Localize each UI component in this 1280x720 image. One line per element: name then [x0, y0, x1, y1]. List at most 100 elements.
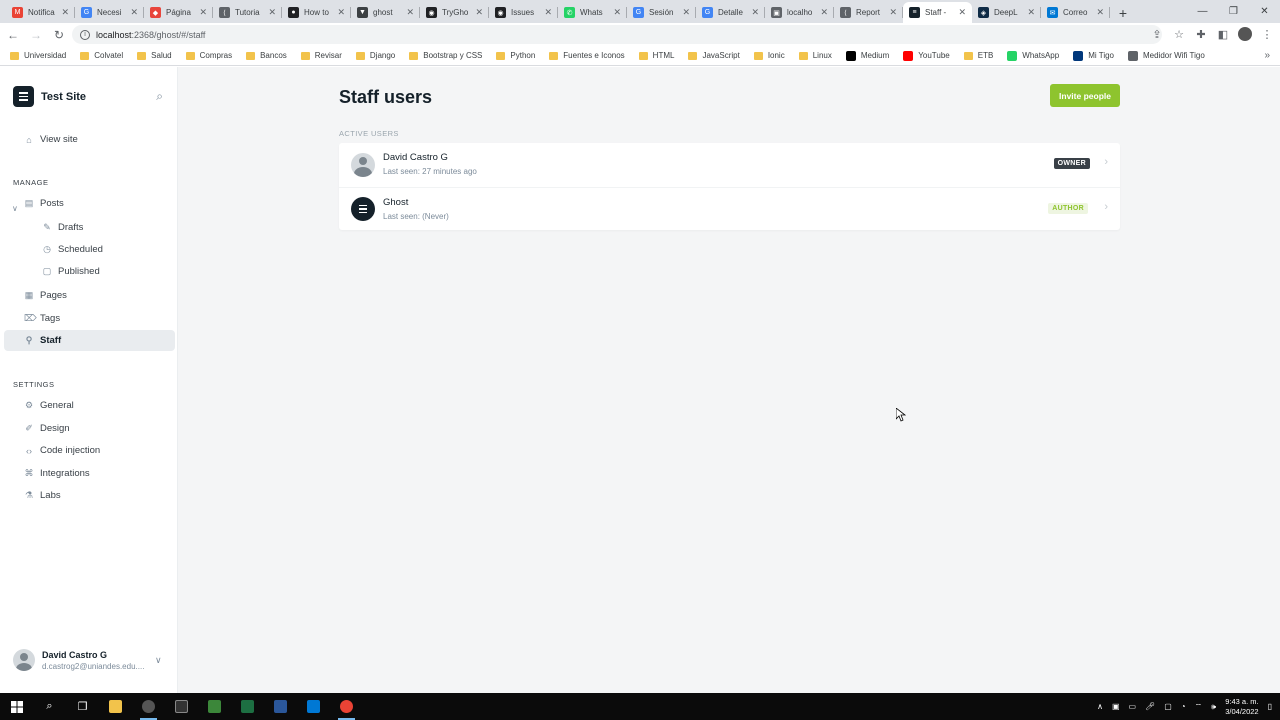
- share-icon[interactable]: ⇪: [1150, 25, 1164, 43]
- bookmark-link[interactable]: Medidor Wifi Tigo: [1128, 50, 1205, 61]
- nav-pages[interactable]: ▦ Pages: [4, 285, 175, 306]
- reload-icon[interactable]: ↻: [49, 25, 69, 45]
- side-panel-icon[interactable]: ◧: [1216, 25, 1230, 43]
- nav-view-site[interactable]: ⌂ View site: [4, 129, 175, 150]
- site-header[interactable]: Test Site: [13, 86, 86, 107]
- bookmark-folder[interactable]: Colvatel: [80, 51, 123, 60]
- bookmark-folder[interactable]: Django: [355, 51, 395, 60]
- bookmark-folder[interactable]: HTML: [638, 51, 674, 60]
- extensions-icon[interactable]: ✚: [1194, 25, 1208, 43]
- nav-tags[interactable]: ⌦ Tags: [4, 308, 175, 329]
- browser-tab[interactable]: ▼ ghost ✕: [351, 2, 420, 23]
- bookmark-link[interactable]: Mi Tigo: [1073, 50, 1114, 61]
- tray-app-icon[interactable]: ▣: [1112, 702, 1120, 711]
- close-tab-icon[interactable]: ✕: [820, 7, 828, 18]
- close-tab-icon[interactable]: ✕: [1027, 7, 1035, 18]
- close-tab-icon[interactable]: ✕: [61, 7, 69, 18]
- profile-avatar[interactable]: [1238, 27, 1252, 41]
- bookmark-link[interactable]: WhatsApp: [1007, 50, 1059, 61]
- minimize-icon[interactable]: —: [1187, 0, 1218, 23]
- volume-icon[interactable]: 🕪︎: [1211, 702, 1216, 712]
- task-view-icon[interactable]: ❐: [66, 693, 99, 720]
- browser-tab[interactable]: M Notifica ✕: [6, 2, 75, 23]
- nav-design[interactable]: ✐ Design: [4, 418, 175, 439]
- bookmark-folder[interactable]: Universidad: [10, 51, 66, 60]
- nav-posts[interactable]: ▤ Posts: [4, 193, 175, 214]
- bookmark-folder[interactable]: JavaScript: [688, 51, 740, 60]
- maximize-icon[interactable]: ❐: [1218, 0, 1249, 23]
- user-row-author[interactable]: Ghost Last seen: (Never) AUTHOR ›: [339, 187, 1120, 230]
- nav-staff[interactable]: ⚲ Staff: [4, 330, 175, 351]
- close-tab-icon[interactable]: ✕: [613, 7, 621, 18]
- browser-tab[interactable]: G Necesi ✕: [75, 2, 144, 23]
- close-tab-icon[interactable]: ✕: [337, 7, 345, 18]
- browser-tab[interactable]: ≡ Staff - ✕: [903, 2, 972, 23]
- close-tab-icon[interactable]: ✕: [544, 7, 552, 18]
- close-tab-icon[interactable]: ✕: [475, 7, 483, 18]
- windows-start-icon[interactable]: [0, 693, 33, 720]
- close-tab-icon[interactable]: ✕: [751, 7, 759, 18]
- close-tab-icon[interactable]: ✕: [682, 7, 690, 18]
- word-icon[interactable]: [264, 693, 297, 720]
- chrome-dev-icon[interactable]: [132, 693, 165, 720]
- close-tab-icon[interactable]: ✕: [1096, 7, 1104, 18]
- nav-drafts[interactable]: ✎ Drafts: [4, 217, 175, 238]
- forward-icon[interactable]: →: [26, 25, 46, 45]
- bookmark-folder[interactable]: Python: [496, 51, 535, 60]
- browser-tab[interactable]: ● How to ✕: [282, 2, 351, 23]
- close-tab-icon[interactable]: ✕: [199, 7, 207, 18]
- network-icon[interactable]: ◔: [1181, 702, 1186, 711]
- file-explorer-icon[interactable]: [99, 693, 132, 720]
- nav-published[interactable]: ▢ Published: [4, 261, 175, 282]
- close-tab-icon[interactable]: ✕: [130, 7, 138, 18]
- current-user-menu[interactable]: David Castro G d.castrog2@uniandes.edu..…: [13, 649, 144, 671]
- bookmark-link[interactable]: Medium: [845, 50, 889, 61]
- display-icon[interactable]: ▢: [1164, 702, 1172, 711]
- browser-tab[interactable]: ◈ DeepL ✕: [972, 2, 1041, 23]
- bookmark-link[interactable]: YouTube: [903, 50, 950, 61]
- browser-tab[interactable]: G Detalle ✕: [696, 2, 765, 23]
- bookmark-folder[interactable]: Revisar: [300, 51, 342, 60]
- chevron-down-icon[interactable]: ∨: [155, 655, 162, 666]
- browser-tab[interactable]: G Sesión ✕: [627, 2, 696, 23]
- browser-tab[interactable]: ◉ Issues ✕: [489, 2, 558, 23]
- bookmark-folder[interactable]: Fuentes e Iconos: [549, 51, 625, 60]
- notifications-icon[interactable]: ▯: [1268, 702, 1272, 711]
- user-row-owner[interactable]: David Castro G Last seen: 27 minutes ago…: [339, 143, 1120, 186]
- close-tab-icon[interactable]: ✕: [268, 7, 276, 18]
- browser-tab[interactable]: ✆ Whats ✕: [558, 2, 627, 23]
- bookmark-star-icon[interactable]: ☆: [1172, 25, 1186, 43]
- menu-kebab-icon[interactable]: ⋮: [1260, 25, 1274, 43]
- wifi-icon[interactable]: ⌔: [1195, 702, 1203, 712]
- browser-tab[interactable]: ◆ Página ✕: [144, 2, 213, 23]
- invite-people-button[interactable]: Invite people: [1050, 84, 1120, 107]
- bookmark-folder[interactable]: Bancos: [246, 51, 287, 60]
- nodejs-icon[interactable]: [198, 693, 231, 720]
- close-tab-icon[interactable]: ✕: [889, 7, 897, 18]
- battery-icon[interactable]: ▭: [1129, 702, 1137, 711]
- browser-tab[interactable]: ✉ Correo ✕: [1041, 2, 1110, 23]
- address-bar[interactable]: i localhost:2368/ghost/#/staff: [72, 25, 1162, 44]
- bookmark-folder[interactable]: ETB: [963, 51, 993, 60]
- nav-scheduled[interactable]: ◷ Scheduled: [4, 239, 175, 260]
- browser-tab[interactable]: ▣ localho ✕: [765, 2, 834, 23]
- new-tab-button[interactable]: +: [1110, 2, 1136, 23]
- taskbar-clock[interactable]: 9:43 a. m. 3/04/2022: [1225, 697, 1258, 717]
- bookmark-folder[interactable]: Salud: [137, 51, 172, 60]
- browser-tab[interactable]: ⟨ Tutoria ✕: [213, 2, 282, 23]
- microphone-icon[interactable]: 🎤︎: [1145, 702, 1155, 711]
- close-window-icon[interactable]: ✕: [1249, 0, 1280, 23]
- close-tab-icon[interactable]: ✕: [958, 7, 966, 18]
- media-player-icon[interactable]: [297, 693, 330, 720]
- search-icon[interactable]: ⌕: [33, 693, 66, 720]
- search-icon[interactable]: ⌕: [156, 89, 163, 104]
- bookmark-folder[interactable]: Ionic: [753, 51, 785, 60]
- browser-tab[interactable]: ◉ TryGho ✕: [420, 2, 489, 23]
- excel-icon[interactable]: [231, 693, 264, 720]
- nav-integrations[interactable]: ⌘ Integrations: [4, 463, 175, 484]
- more-bookmarks-icon[interactable]: »: [1264, 50, 1270, 61]
- back-icon[interactable]: ←: [3, 25, 23, 45]
- site-info-icon[interactable]: i: [80, 29, 90, 40]
- close-tab-icon[interactable]: ✕: [406, 7, 414, 18]
- bookmark-folder[interactable]: Compras: [185, 51, 232, 60]
